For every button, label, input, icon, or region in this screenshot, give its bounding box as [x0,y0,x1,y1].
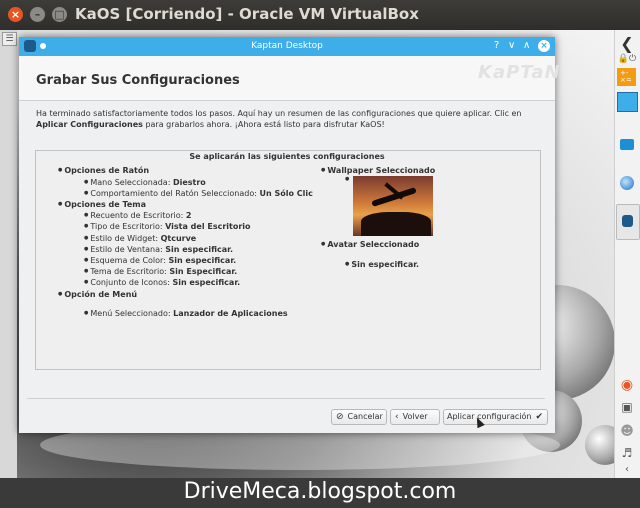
window-title: KaOS [Corriendo] - Oracle VM VirtualBox [75,5,419,23]
menu-selected-label: Menú Seleccionado: [90,309,174,318]
widget-style-item: Estilo de Widget: Qtcurve [84,234,196,243]
wallpaper-bubble [585,425,614,465]
theme-options-label: Opciones de Tema [64,200,147,209]
desktops-count-value: 2 [185,211,192,220]
avatar-value: Sin especificar. [351,260,420,269]
calculator-glyph: +- ×= [620,69,632,84]
apply-button-label: Aplicar configuración [447,412,532,421]
intro-text-part: Ha terminado satisfactoriamente todos lo… [36,109,522,118]
wallpaper-label: Wallpaper Seleccionado [327,166,436,175]
window-maximize-button[interactable]: □ [52,7,67,22]
mouse-behavior-label: Comportamiento del Ratón Seleccionado: [90,189,260,198]
button-separator [27,398,545,399]
color-scheme-value: Sin especificar. [168,256,237,265]
menu-selected-value: Lanzador de Aplicaciones [173,309,288,318]
mouse-options-label: Opciones de Ratón [64,166,150,175]
kaos-logo-icon[interactable]: ❮ [616,34,638,53]
check-icon: ✔ [535,412,544,422]
color-scheme-item: Esquema de Color: Sin especificar. [84,256,236,265]
wallpaper-preview-image [353,176,433,236]
window-close-button[interactable]: × [8,7,23,22]
cancel-button-label: Cancelar [347,412,383,421]
kaptan-icon[interactable] [616,204,640,240]
mouse-behavior-item: Comportamiento del Ratón Seleccionado: U… [84,189,313,198]
menu-icon[interactable]: ☰ [2,32,17,46]
kaptan-glyph [622,215,633,227]
maximize-button[interactable]: ∧ [523,40,530,52]
mouse-hand-label: Mano Seleccionada: [90,178,173,187]
desktop-type-value: Vista del Escritorio [165,222,251,231]
display-icon[interactable]: ▣ [616,400,638,414]
help-button[interactable]: ? [494,40,499,52]
page-title: Grabar Sus Configuraciones [36,73,240,88]
avatar-heading: Avatar Seleccionado [321,240,419,249]
apply-button[interactable]: Aplicar configuración ✔ [443,409,548,425]
left-panel-strip [0,30,17,478]
window-style-label: Estilo de Ventana: [90,245,166,254]
mouse-hand-item: Mano Seleccionada: Diestro [84,178,206,187]
desktop-type-item: Tipo de Escritorio: Vista del Escritorio [84,222,251,231]
mouse-behavior-value: Un Sólo Clic [259,189,313,198]
menu-selected-item: Menú Seleccionado: Lanzador de Aplicacio… [84,309,288,318]
menu-option-label: Opción de Menú [64,290,138,299]
menu-option-heading: Opción de Menú [58,290,137,299]
pin-icon[interactable] [40,43,46,49]
cancel-icon: ⊘ [336,412,344,422]
widget-style-value: Qtcurve [160,234,197,243]
mouse-options-heading: Opciones de Ratón [58,166,149,175]
intro-apply-emphasis: Aplicar Configuraciones [36,120,143,129]
wallpaper-horizon [361,212,431,236]
theme-options-heading: Opciones de Tema [58,200,146,209]
back-button-label: Volver [402,412,428,421]
dialog-close-button[interactable]: × [538,40,550,52]
minimize-button[interactable]: ∨ [508,40,515,52]
ghost-icon[interactable]: ◉ [616,377,638,393]
mouse-hand-value: Diestro [172,178,206,187]
user-icon[interactable]: ☻ [616,424,638,439]
window-style-item: Estilo de Ventana: Sin especificar. [84,245,233,254]
avatar-item: Sin especificar. [345,260,419,269]
chevron-left-icon[interactable]: ‹ [616,464,638,475]
desktop-type-label: Tipo de Escritorio: [90,222,166,231]
lock-icon[interactable]: 🔒​⏻ [616,54,638,64]
icon-set-label: Conjunto de Iconos: [90,278,173,287]
dialog-title: Kaptan Desktop [251,41,323,51]
icon-set-value: Sin especificar. [172,278,241,287]
browser-icon[interactable] [620,176,634,190]
cancel-button[interactable]: ⊘ Cancelar [331,409,387,425]
kaptan-logo: KaPTaN [478,62,561,83]
intro-text: Ha terminado satisfactoriamente todos lo… [36,108,526,130]
window-minimize-button[interactable]: – [30,7,45,22]
volume-icon[interactable]: ♬ [616,446,638,460]
kaptan-app-icon [24,40,36,52]
window-style-value: Sin especificar. [165,245,233,254]
wallpaper-bullet: ● [345,176,350,182]
icon-set-item: Conjunto de Iconos: Sin especificar. [84,278,240,287]
calculator-icon[interactable]: +- ×= [617,68,636,86]
wallpaper-heading: Wallpaper Seleccionado [321,166,435,175]
chevron-left-icon: ‹ [395,412,399,422]
summary-heading: Se aplicarán las siguientes configuracio… [189,152,385,161]
folder-icon[interactable] [620,139,634,150]
desktop-theme-label: Tema de Escritorio: [90,267,170,276]
desktop-theme-item: Tema de Escritorio: Sin Especificar. [84,267,237,276]
intro-text-part: para grabarlos ahora. ¡Ahora está listo … [142,120,385,129]
color-scheme-label: Esquema de Color: [90,256,169,265]
desktops-count-item: Recuento de Escritorio: 2 [84,211,191,220]
desktop-theme-value: Sin Especificar. [169,267,238,276]
avatar-label: Avatar Seleccionado [327,240,420,249]
back-button[interactable]: ‹ Volver [390,409,440,425]
desktops-count-label: Recuento de Escritorio: [90,211,186,220]
blog-banner-text: DriveMeca.blogspot.com [183,479,457,504]
color-swatch-icon[interactable] [617,92,638,112]
widget-style-label: Estilo de Widget: [90,234,161,243]
